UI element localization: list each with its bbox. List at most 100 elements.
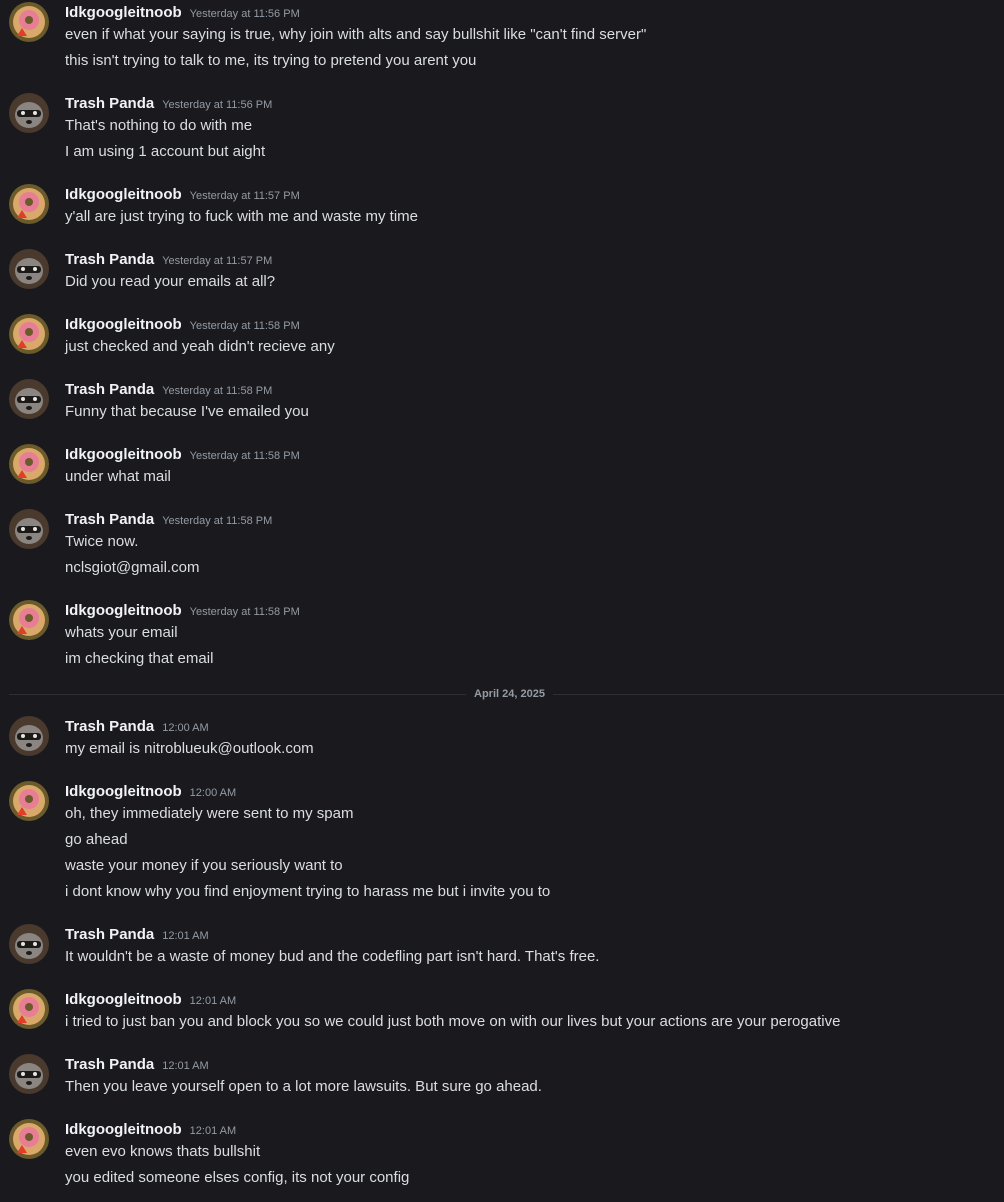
message-text: even if what your saying is true, why jo… [65,26,647,43]
timestamp[interactable]: 12:01 AM [190,990,236,1012]
donut-avatar-icon [9,781,49,821]
message-header: Trash Panda 12:00 AM [65,716,209,738]
date-divider: April 24, 2025 [466,686,553,702]
message-header: Trash Panda Yesterday at 11:56 PM [65,93,272,115]
avatar[interactable] [9,2,49,42]
chat-messages: Idkgoogleitnoob Yesterday at 11:56 PM ev… [0,0,1004,1202]
author-name[interactable]: Idkgoogleitnoob [65,600,182,622]
timestamp[interactable]: Yesterday at 11:57 PM [190,185,300,207]
timestamp[interactable]: Yesterday at 11:58 PM [190,445,300,467]
message-text: It wouldn't be a waste of money bud and … [65,948,600,965]
message-text: i tried to just ban you and block you so… [65,1013,841,1030]
avatar[interactable] [9,314,49,354]
avatar[interactable] [9,93,49,133]
donut-avatar-icon [9,989,49,1029]
avatar[interactable] [9,249,49,289]
author-name[interactable]: Idkgoogleitnoob [65,184,182,206]
message-header: Trash Panda Yesterday at 11:58 PM [65,509,272,531]
author-name[interactable]: Trash Panda [65,1054,154,1076]
message-header: Trash Panda Yesterday at 11:58 PM [65,379,272,401]
message-text: i dont know why you find enjoyment tryin… [65,883,551,900]
message-text: nclsgiot@gmail.com [65,559,200,576]
message-header: Idkgoogleitnoob Yesterday at 11:57 PM [65,184,300,206]
raccoon-avatar-icon [9,509,49,549]
donut-avatar-icon [9,444,49,484]
message-text: y'all are just trying to fuck with me an… [65,208,418,225]
timestamp[interactable]: Yesterday at 11:57 PM [162,250,272,272]
timestamp[interactable]: Yesterday at 11:58 PM [162,380,272,402]
author-name[interactable]: Idkgoogleitnoob [65,314,182,336]
avatar[interactable] [9,1119,49,1159]
message-text: Did you read your emails at all? [65,273,276,290]
message-text: waste your money if you seriously want t… [65,857,343,874]
raccoon-avatar-icon [9,249,49,289]
raccoon-avatar-icon [9,716,49,756]
donut-avatar-icon [9,2,49,42]
author-name[interactable]: Trash Panda [65,93,154,115]
avatar[interactable] [9,716,49,756]
timestamp[interactable]: Yesterday at 11:56 PM [162,94,272,116]
avatar[interactable] [9,781,49,821]
author-name[interactable]: Trash Panda [65,249,154,271]
timestamp[interactable]: 12:01 AM [190,1120,236,1142]
avatar[interactable] [9,379,49,419]
avatar[interactable] [9,600,49,640]
donut-avatar-icon [9,1119,49,1159]
message-text: go ahead [65,831,128,848]
message-text: this isn't trying to talk to me, its try… [65,52,477,69]
avatar[interactable] [9,1054,49,1094]
message-text: I am using 1 account but aight [65,143,266,160]
donut-avatar-icon [9,600,49,640]
author-name[interactable]: Idkgoogleitnoob [65,781,182,803]
raccoon-avatar-icon [9,93,49,133]
donut-avatar-icon [9,314,49,354]
timestamp[interactable]: Yesterday at 11:56 PM [190,3,300,25]
message-text: Funny that because I've emailed you [65,403,309,420]
donut-avatar-icon [9,184,49,224]
message-text: im checking that email [65,650,214,667]
message-text: That's nothing to do with me [65,117,253,134]
message-text: oh, they immediately were sent to my spa… [65,805,354,822]
author-name[interactable]: Trash Panda [65,716,154,738]
timestamp[interactable]: 12:01 AM [162,925,208,947]
author-name[interactable]: Trash Panda [65,509,154,531]
author-name[interactable]: Trash Panda [65,924,154,946]
author-name[interactable]: Idkgoogleitnoob [65,989,182,1011]
timestamp[interactable]: Yesterday at 11:58 PM [190,315,300,337]
message-text: just checked and yeah didn't recieve any [65,338,335,355]
timestamp[interactable]: 12:01 AM [162,1055,208,1077]
timestamp[interactable]: 12:00 AM [190,782,236,804]
message-text: whats your email [65,624,178,641]
message-header: Idkgoogleitnoob 12:01 AM [65,989,236,1011]
raccoon-avatar-icon [9,1054,49,1094]
message-text: Then you leave yourself open to a lot mo… [65,1078,542,1095]
message-header: Trash Panda 12:01 AM [65,1054,209,1076]
message-text: my email is nitroblueuk@outlook.com [65,740,314,757]
avatar[interactable] [9,509,49,549]
message-text: Twice now. [65,533,139,550]
message-header: Idkgoogleitnoob 12:01 AM [65,1119,236,1141]
author-name[interactable]: Trash Panda [65,379,154,401]
message-text: you edited someone elses config, its not… [65,1169,410,1186]
author-name[interactable]: Idkgoogleitnoob [65,2,182,24]
message-header: Idkgoogleitnoob Yesterday at 11:58 PM [65,444,300,466]
avatar[interactable] [9,184,49,224]
timestamp[interactable]: 12:00 AM [162,717,208,739]
message-header: Trash Panda 12:01 AM [65,924,209,946]
raccoon-avatar-icon [9,379,49,419]
message-header: Idkgoogleitnoob Yesterday at 11:56 PM [65,2,300,24]
message-header: Trash Panda Yesterday at 11:57 PM [65,249,272,271]
timestamp[interactable]: Yesterday at 11:58 PM [190,601,300,623]
avatar[interactable] [9,924,49,964]
message-header: Idkgoogleitnoob Yesterday at 11:58 PM [65,314,300,336]
avatar[interactable] [9,444,49,484]
message-header: Idkgoogleitnoob Yesterday at 11:58 PM [65,600,300,622]
author-name[interactable]: Idkgoogleitnoob [65,444,182,466]
avatar[interactable] [9,989,49,1029]
timestamp[interactable]: Yesterday at 11:58 PM [162,510,272,532]
author-name[interactable]: Idkgoogleitnoob [65,1119,182,1141]
message-text: even evo knows thats bullshit [65,1143,261,1160]
raccoon-avatar-icon [9,924,49,964]
message-text: under what mail [65,468,171,485]
message-header: Idkgoogleitnoob 12:00 AM [65,781,236,803]
